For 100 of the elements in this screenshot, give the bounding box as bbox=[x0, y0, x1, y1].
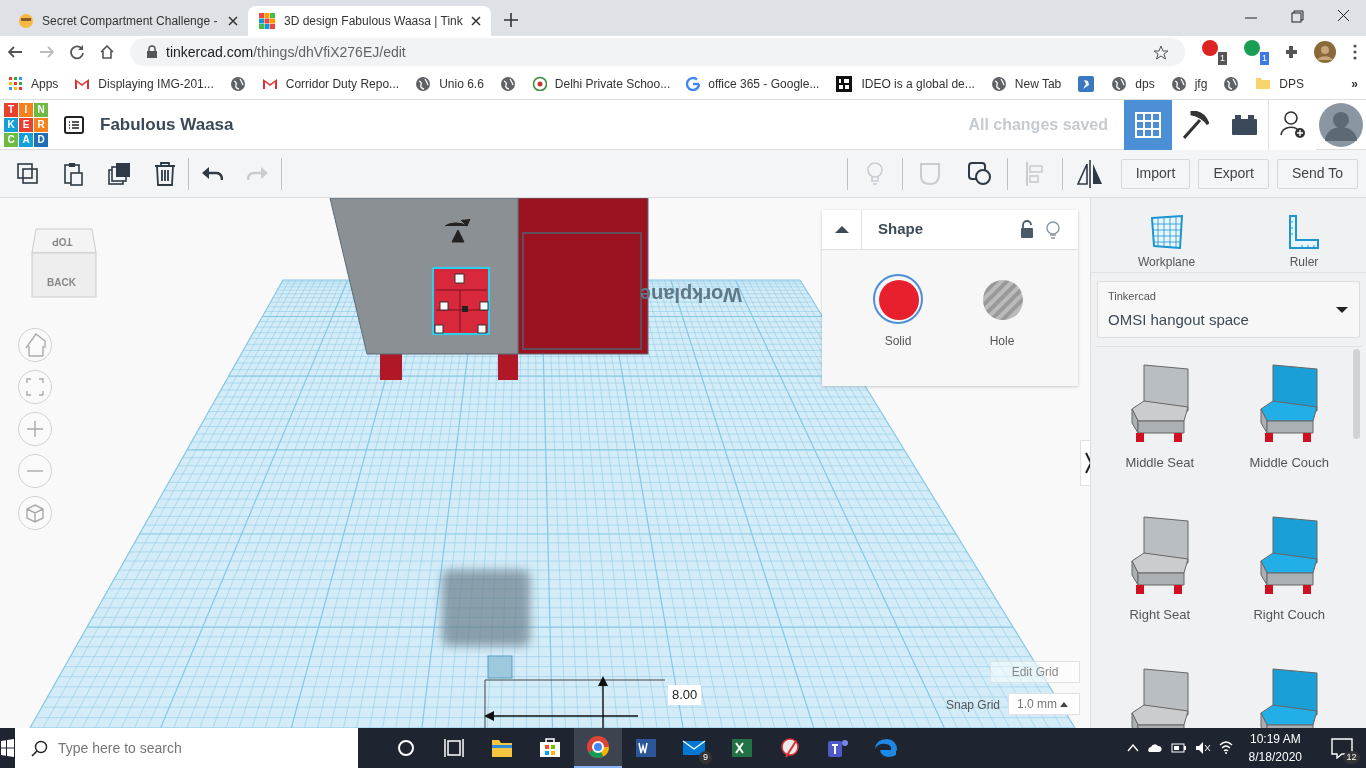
muted-speaker-icon[interactable] bbox=[1194, 741, 1211, 755]
bookmark[interactable] bbox=[229, 75, 246, 92]
design-name[interactable]: Fabulous Waasa bbox=[100, 111, 234, 138]
square-logo-icon bbox=[835, 74, 854, 93]
action-button[interactable]: Send To bbox=[1276, 158, 1358, 189]
more-icon[interactable] bbox=[1352, 43, 1358, 61]
library-select[interactable]: Tinkercad OMSI hangout space bbox=[1097, 281, 1360, 338]
notifications-button[interactable]: 12 bbox=[1318, 728, 1366, 768]
bookmark[interactable] bbox=[1223, 75, 1240, 92]
bookmark[interactable]: DPS bbox=[1255, 74, 1304, 93]
count-badge: 9 bbox=[699, 751, 712, 764]
copy-icon bbox=[16, 163, 38, 184]
url-text: tinkercad.com/things/dhVfiX276EJ/edit bbox=[166, 42, 406, 62]
reload-icon[interactable] bbox=[70, 44, 84, 60]
bookmark[interactable] bbox=[1077, 74, 1096, 93]
extension-button[interactable]: 1 bbox=[1243, 39, 1269, 65]
scrollbar-thumb[interactable] bbox=[1353, 349, 1360, 439]
star-icon[interactable] bbox=[1153, 44, 1169, 60]
library-shape[interactable]: Middle Couch bbox=[1224, 347, 1354, 499]
new-tab-icon[interactable] bbox=[502, 12, 519, 28]
globe-icon bbox=[499, 75, 516, 92]
selected-cube-drawing[interactable] bbox=[432, 267, 490, 335]
bookmark[interactable]: jfg bbox=[1170, 74, 1208, 93]
emblem-icon bbox=[531, 76, 547, 91]
lightbulb-icon bbox=[866, 162, 883, 185]
solid-option[interactable] bbox=[873, 274, 923, 324]
cube-icon bbox=[26, 503, 44, 523]
close-icon[interactable] bbox=[470, 16, 481, 26]
clock[interactable]: 10:19 AM 8/18/2020 bbox=[1240, 730, 1310, 766]
bookmark[interactable]: Unio 6.6 bbox=[415, 74, 484, 93]
bookmarks-overflow[interactable]: » bbox=[1351, 74, 1358, 93]
pickaxe-icon bbox=[1183, 110, 1209, 139]
bookmark[interactable]: dps bbox=[1111, 74, 1155, 93]
grid-icon bbox=[8, 76, 23, 91]
mail-taskbar-button[interactable]: 9 bbox=[670, 728, 718, 768]
bookmark[interactable] bbox=[499, 75, 516, 92]
user-avatar[interactable] bbox=[1317, 100, 1365, 149]
solid-swatch-icon bbox=[878, 279, 920, 321]
browser-icon bbox=[586, 735, 610, 759]
wifi-icon[interactable] bbox=[1218, 741, 1233, 755]
paste-icon bbox=[63, 161, 83, 186]
dimension-value[interactable]: 8.00 bbox=[668, 685, 702, 705]
library-shape[interactable]: Right Couch bbox=[1224, 499, 1354, 651]
search-box[interactable]: Type here to search bbox=[15, 728, 358, 768]
bookmark[interactable]: Corridor Duty Repo... bbox=[261, 74, 400, 93]
dropdown-icon[interactable] bbox=[1335, 305, 1349, 314]
plus-icon bbox=[26, 420, 44, 438]
spreadsheet-icon bbox=[731, 738, 753, 758]
google-icon bbox=[686, 76, 701, 91]
tab-title: 3D design Fabulous Waasa | Tink bbox=[284, 14, 463, 28]
list-menu-icon[interactable] bbox=[64, 115, 84, 134]
bookmark[interactable]: Displaying IMG-201... bbox=[74, 74, 214, 93]
browser-tab[interactable]: Secret Compartment Challenge - bbox=[8, 6, 248, 36]
bookmark[interactable]: office 365 - Google... bbox=[686, 74, 820, 93]
globe-icon bbox=[1170, 75, 1187, 92]
caret-up-icon bbox=[1059, 700, 1069, 708]
chevron-up-icon[interactable] bbox=[1126, 744, 1139, 752]
action-button[interactable]: Import bbox=[1120, 158, 1191, 189]
unlock-icon[interactable] bbox=[1020, 220, 1034, 239]
panel-title: Shape bbox=[878, 219, 924, 240]
bookmark[interactable]: Delhi Private Schoo... bbox=[531, 74, 671, 93]
option-label: Solid bbox=[884, 333, 912, 350]
address-bar[interactable]: tinkercad.com/things/dhVfiX276EJ/edit bbox=[130, 38, 1185, 66]
cloud-icon[interactable] bbox=[1146, 743, 1163, 753]
home-icon[interactable] bbox=[100, 45, 114, 59]
minus-icon bbox=[26, 469, 44, 473]
bookmark[interactable]: Apps bbox=[8, 74, 59, 93]
workplane-icon bbox=[1150, 215, 1183, 249]
windows-start-icon[interactable] bbox=[0, 738, 15, 758]
ruler-tool[interactable]: Ruler bbox=[1283, 214, 1325, 272]
tinkercad-logo-icon bbox=[258, 12, 276, 30]
workplane-tool[interactable]: Workplane bbox=[1131, 214, 1202, 272]
library-shape[interactable]: Middle Seat bbox=[1095, 347, 1225, 499]
home-icon bbox=[24, 333, 46, 357]
search-icon bbox=[31, 739, 48, 757]
lightbulb-icon[interactable] bbox=[1046, 220, 1060, 239]
bookmark[interactable]: New Tab bbox=[990, 74, 1062, 93]
library-shape[interactable]: Right Seat bbox=[1095, 499, 1225, 651]
battery-icon[interactable] bbox=[1170, 743, 1187, 753]
globe-icon bbox=[415, 75, 432, 92]
puzzle-icon[interactable] bbox=[1285, 45, 1298, 59]
extension-badge: 1 bbox=[1260, 51, 1269, 65]
browser-taskbar-button[interactable] bbox=[574, 728, 622, 768]
back-icon[interactable] bbox=[8, 46, 23, 58]
lock-icon bbox=[146, 45, 158, 59]
close-icon[interactable] bbox=[228, 16, 238, 26]
action-button[interactable]: Export bbox=[1198, 158, 1269, 189]
chevron-right-icon bbox=[1084, 452, 1090, 474]
mail-icon bbox=[74, 77, 91, 90]
mail-icon bbox=[682, 740, 706, 756]
bookmark[interactable]: IDEO is a global de... bbox=[835, 74, 975, 93]
edit-grid-button[interactable]: Edit Grid bbox=[990, 661, 1080, 683]
bricks-icon bbox=[1230, 113, 1258, 136]
profile-avatar[interactable] bbox=[1314, 41, 1336, 63]
snap-grid-select[interactable]: 1.0 mm bbox=[1008, 693, 1080, 715]
browser-tab[interactable]: 3D design Fabulous Waasa | Tink bbox=[248, 6, 491, 36]
add-user-button[interactable] bbox=[1268, 99, 1316, 150]
extension-button[interactable]: 1 bbox=[1201, 39, 1227, 65]
tinkercad-logo[interactable]: T I N K E R C A D bbox=[4, 102, 48, 147]
undo-icon bbox=[201, 166, 223, 181]
